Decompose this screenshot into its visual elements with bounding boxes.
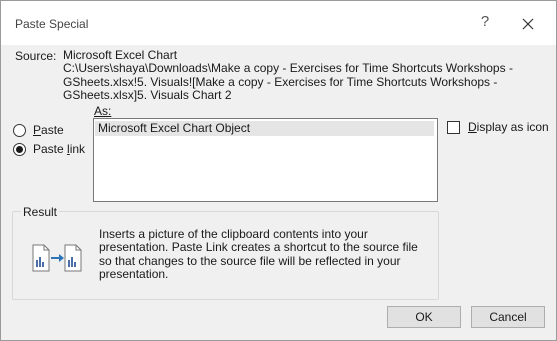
paste-radio[interactable] (13, 123, 26, 137)
paste-link-result-icon (32, 244, 82, 272)
display-as-icon-option[interactable]: Display as icon (447, 120, 549, 134)
help-icon[interactable]: ? (475, 13, 495, 35)
list-item[interactable]: Microsoft Excel Chart Object (95, 121, 434, 136)
as-label: As: (94, 104, 112, 118)
source-label: Source: (15, 49, 57, 63)
display-as-icon-label: Display as icon (468, 120, 549, 134)
source-line: Microsoft Excel Chart (63, 48, 178, 62)
source-text: Microsoft Excel Chart C:\Users\shaya\Dow… (63, 48, 523, 102)
close-icon[interactable] (517, 13, 539, 35)
source-line: GSheets.xlsx!5. Visuals![Make a copy - E… (63, 74, 498, 89)
paste-link-radio[interactable] (13, 142, 26, 156)
result-label: Result (21, 205, 60, 219)
title-bar: Paste Special ? (1, 1, 556, 45)
paste-special-dialog: Paste Special ? Source: Microsoft Excel … (0, 0, 557, 341)
as-listbox[interactable]: Microsoft Excel Chart Object (93, 118, 438, 202)
ok-button[interactable]: OK (387, 306, 461, 328)
paste-link-radio-option[interactable]: Paste link (13, 142, 85, 156)
cancel-button[interactable]: Cancel (471, 306, 545, 328)
paste-radio-label: Paste (33, 123, 64, 137)
result-description: Inserts a picture of the clipboard conte… (99, 227, 418, 281)
source-line: C:\Users\shaya\Downloads\Make a copy - E… (63, 61, 513, 76)
paste-link-radio-label: Paste link (33, 142, 86, 156)
source-line: GSheets.xlsx]5. Visuals Chart 2 (63, 87, 232, 102)
paste-radio-option[interactable]: Paste (13, 123, 64, 137)
display-as-icon-checkbox[interactable] (447, 120, 460, 134)
dialog-title: Paste Special (15, 17, 89, 31)
